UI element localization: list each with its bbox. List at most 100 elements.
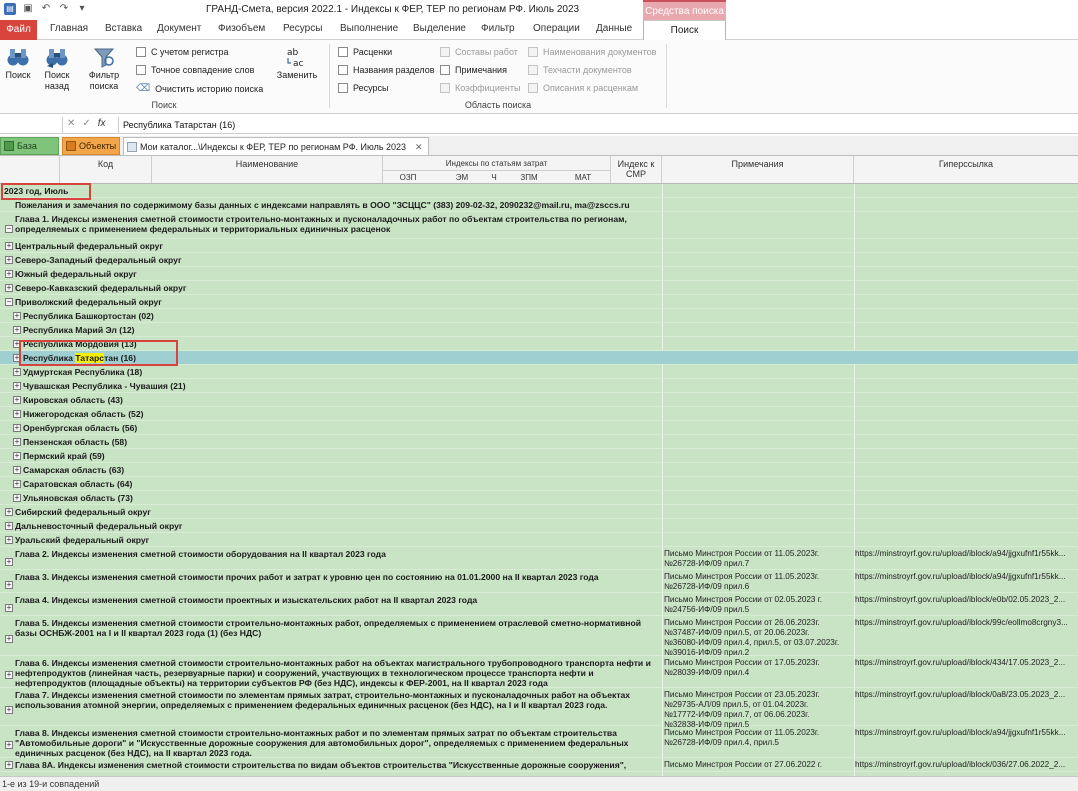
expand-icon[interactable]: + (13, 326, 21, 334)
table-row[interactable]: + Саратовская область (64) (0, 477, 1078, 491)
collapse-icon[interactable]: − (5, 225, 13, 233)
table-row[interactable]: + Глава 6. Индексы изменения сметной стои… (0, 656, 1078, 688)
tab-base[interactable]: База (0, 137, 59, 155)
header-mat[interactable]: МАТ (556, 173, 610, 182)
search-button[interactable]: Поиск (3, 46, 33, 81)
table-row[interactable]: + Уральский федеральный округ (0, 533, 1078, 547)
name-box[interactable] (0, 117, 63, 133)
area-notes-checkbox[interactable]: Примечания (440, 65, 507, 75)
tab-operations[interactable]: Операции (533, 23, 580, 34)
table-row[interactable]: + Ульяновская область (73) (0, 491, 1078, 505)
expand-icon[interactable]: + (13, 452, 21, 460)
qat-dropdown-icon[interactable]: ▾ (76, 3, 88, 15)
row-hyperlink[interactable]: https://minstroyrf.gov.ru/upload/iblock/… (855, 688, 1078, 700)
tab-document[interactable]: Документ (157, 23, 201, 34)
case-sensitive-checkbox[interactable]: С учетом регистра (136, 47, 229, 57)
tab-file[interactable]: Файл (0, 20, 37, 40)
header-smr[interactable]: Индекс к СМР (610, 156, 662, 183)
table-row[interactable]: − Глава 1. Индексы изменения сметной стои… (0, 212, 1078, 239)
area-section-names-checkbox[interactable]: Названия разделов (338, 65, 435, 75)
header-em[interactable]: ЭМ (437, 173, 487, 182)
expand-icon[interactable]: + (13, 368, 21, 376)
table-row[interactable]: + Северо-Кавказский федеральный округ (0, 281, 1078, 295)
row-hyperlink[interactable]: https://minstroyrf.gov.ru/upload/iblock/… (855, 726, 1078, 738)
expand-icon[interactable]: + (13, 424, 21, 432)
table-row[interactable]: + Глава 4. Индексы изменения сметной стои… (0, 593, 1078, 616)
row-hyperlink[interactable]: https://minstroyrf.gov.ru/upload/iblock/… (855, 616, 1078, 628)
row-hyperlink[interactable]: https://minstroyrf.gov.ru/upload/iblock/… (855, 547, 1078, 559)
replace-button[interactable]: ab ac Заменить (274, 46, 320, 81)
expand-icon[interactable]: + (5, 270, 13, 278)
collapse-icon[interactable]: − (5, 298, 13, 306)
table-row[interactable]: + Южный федеральный округ (0, 267, 1078, 281)
tab-home[interactable]: Главная (50, 23, 88, 34)
checkbox-box[interactable] (136, 65, 146, 75)
table-row[interactable]: + Пензенская область (58) (0, 435, 1078, 449)
expand-icon[interactable]: + (5, 242, 13, 250)
confirm-icon[interactable]: ✓ (82, 118, 90, 129)
table-row[interactable]: + Самарская область (63) (0, 463, 1078, 477)
checkbox-box[interactable] (136, 47, 146, 57)
undo-icon[interactable]: ↶ (40, 3, 52, 15)
row-hyperlink[interactable]: https://minstroyrf.gov.ru/upload/iblock/… (855, 656, 1078, 668)
table-row[interactable]: + Глава 7. Индексы изменения сметной стои… (0, 688, 1078, 729)
expand-icon[interactable]: + (5, 284, 13, 292)
expand-icon[interactable]: + (5, 536, 13, 544)
expand-icon[interactable]: + (5, 508, 13, 516)
expand-icon[interactable]: + (5, 522, 13, 530)
search-back-button[interactable]: Поиск назад (40, 46, 74, 92)
expand-icon[interactable]: + (5, 671, 13, 679)
table-row[interactable]: + Пермский край (59) (0, 449, 1078, 463)
expand-icon[interactable]: + (5, 741, 13, 749)
table-row[interactable]: + Кировская область (43) (0, 393, 1078, 407)
table-row[interactable]: + Республика Башкортостан (02) (0, 309, 1078, 323)
expand-icon[interactable]: + (5, 706, 13, 714)
close-tab-icon[interactable]: ✕ (415, 138, 423, 156)
exact-match-checkbox[interactable]: Точное совпадение слов (136, 65, 254, 75)
table-row[interactable]: + Удмуртская Республика (18) (0, 365, 1078, 379)
filter-search-button[interactable]: Фильтр поиска (86, 46, 122, 92)
expand-icon[interactable]: + (5, 256, 13, 264)
table-row[interactable]: + Глава 2. Индексы изменения сметной стои… (0, 547, 1078, 570)
expand-icon[interactable]: + (13, 396, 21, 404)
row-hyperlink[interactable]: https://minstroyrf.gov.ru/upload/iblock/… (855, 593, 1078, 605)
tab-selection[interactable]: Выделение (413, 23, 466, 34)
table-row[interactable]: Пожелания и замечания по содержимому баз… (0, 198, 1078, 212)
table-row[interactable]: + Оренбургская область (56) (0, 421, 1078, 435)
expand-icon[interactable]: + (13, 480, 21, 488)
expand-icon[interactable]: + (5, 635, 13, 643)
checkbox-box[interactable] (440, 65, 450, 75)
header-name[interactable]: Наименование (152, 156, 383, 183)
table-row[interactable]: + Глава 8А. Индексы изменения сметной сто… (0, 758, 1078, 772)
tab-resources[interactable]: Ресурсы (283, 23, 322, 34)
cancel-icon[interactable]: ✕ (67, 118, 75, 129)
formula-input[interactable]: Республика Татарстан (16) (118, 117, 1078, 133)
row-hyperlink[interactable]: https://minstroyrf.gov.ru/upload/iblock/… (855, 570, 1078, 582)
clear-history-button[interactable]: ⌫ Очистить историю поиска (136, 83, 263, 94)
tab-execution[interactable]: Выполнение (340, 23, 398, 34)
header-zpm[interactable]: ЗПМ (502, 173, 556, 182)
header-notes[interactable]: Примечания (662, 156, 854, 183)
expand-icon[interactable]: + (13, 410, 21, 418)
header-ch[interactable]: Ч (487, 173, 501, 182)
header-link[interactable]: Гиперссылка (854, 156, 1078, 183)
expand-icon[interactable]: + (13, 382, 21, 390)
table-row[interactable]: + Чувашская Республика - Чувашия (21) (0, 379, 1078, 393)
table-row[interactable]: + Нижегородская область (52) (0, 407, 1078, 421)
expand-icon[interactable]: + (5, 581, 13, 589)
tab-search[interactable]: Поиск (643, 20, 726, 41)
area-prices-checkbox[interactable]: Расценки (338, 47, 392, 57)
tab-catalog[interactable]: Мои каталог...\Индексы к ФЕР, ТЕР по рег… (123, 137, 429, 155)
redo-icon[interactable]: ↷ (58, 3, 70, 15)
fx-icon[interactable]: fx (98, 118, 106, 129)
area-resources-checkbox[interactable]: Ресурсы (338, 83, 389, 93)
tab-data[interactable]: Данные (596, 23, 632, 34)
expand-icon[interactable]: + (13, 438, 21, 446)
header-ozp[interactable]: ОЗП (383, 173, 433, 182)
tab-filter[interactable]: Фильтр (481, 23, 515, 34)
save-icon[interactable]: ▣ (22, 3, 34, 15)
expand-icon[interactable]: + (5, 761, 13, 769)
row-hyperlink[interactable]: https://minstroyrf.gov.ru/upload/iblock/… (855, 758, 1078, 770)
expand-icon[interactable]: + (13, 312, 21, 320)
tab-insert[interactable]: Вставка (105, 23, 142, 34)
